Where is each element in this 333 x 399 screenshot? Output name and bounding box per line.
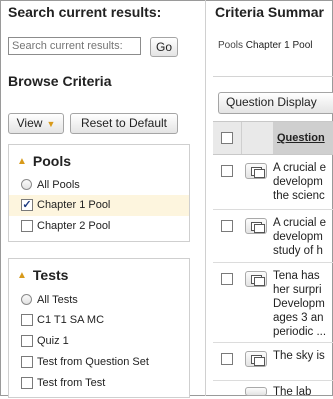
test-option-quiz-1[interactable]: Quiz 1 [9, 331, 189, 352]
question-text: A crucial e developm study of h [273, 217, 327, 257]
pools-summary-value: Chapter 1 Pool [245, 40, 313, 51]
table-row: A crucial e developm the scienc [213, 155, 333, 210]
test-option-c1-t1[interactable]: C1 T1 SA MC [9, 310, 189, 331]
reset-to-default-button[interactable]: Reset to Default [70, 113, 178, 134]
preview-window-icon[interactable] [245, 218, 267, 234]
collapse-chevron-icon: ▲ [17, 270, 27, 281]
go-button[interactable]: Go [150, 37, 178, 57]
row-checkbox[interactable] [221, 273, 233, 285]
pool-option-chapter-1[interactable]: ✓ Chapter 1 Pool [9, 195, 189, 216]
test-option-all[interactable]: All Tests [9, 290, 189, 311]
pool-option-label: Chapter 2 Pool [37, 220, 111, 232]
preview-window-icon[interactable] [245, 351, 267, 367]
view-label: View [16, 116, 43, 130]
row-checkbox[interactable] [221, 220, 233, 232]
select-all-checkbox[interactable] [221, 132, 233, 144]
checkbox[interactable] [21, 220, 33, 232]
checkbox[interactable] [21, 314, 33, 326]
radio-all-tests[interactable] [21, 294, 32, 305]
checkbox-checked[interactable]: ✓ [21, 199, 33, 211]
preview-window-icon[interactable] [245, 163, 267, 179]
search-heading: Search current results: [8, 4, 162, 20]
test-option-label: C1 T1 SA MC [37, 314, 105, 326]
test-option-label: All Tests [37, 294, 78, 306]
question-text: Tena has her surpri Developm ages 3 an perio… [273, 270, 327, 338]
search-input[interactable] [8, 37, 141, 55]
preview-window-icon[interactable] [245, 271, 267, 287]
view-menu-button[interactable]: View ▼ [8, 113, 64, 134]
row-checkbox[interactable] [221, 165, 233, 177]
criteria-summary-heading: Criteria Summar [215, 4, 324, 20]
row-checkbox[interactable] [221, 353, 233, 365]
pool-option-all[interactable]: All Pools [9, 175, 189, 196]
tests-section-title[interactable]: ▲ Tests [17, 267, 68, 283]
checkbox[interactable] [21, 335, 33, 347]
pool-option-label: Chapter 1 Pool [37, 199, 111, 211]
collapse-chevron-icon: ▲ [17, 156, 27, 167]
test-option-label: Quiz 1 [37, 335, 69, 347]
browse-criteria-heading: Browse Criteria [8, 73, 112, 89]
test-option-label: Test from Test [37, 377, 106, 389]
column-separator [241, 122, 242, 154]
pools-title-label: Pools [32, 153, 72, 169]
question-text: A crucial e developm the scienc [273, 162, 327, 202]
pool-option-chapter-2[interactable]: Chapter 2 Pool [9, 216, 189, 237]
pools-summary-label: Pools [218, 40, 244, 51]
checkbox[interactable] [21, 377, 33, 389]
test-option-label: Test from Question Set [37, 356, 149, 368]
summary-separator [213, 76, 333, 77]
tests-title-label: Tests [32, 267, 69, 283]
radio-all-pools[interactable] [21, 179, 32, 190]
tests-filter-box: ▲ Tests All Tests C1 T1 SA MC Quiz 1 Test… [8, 258, 190, 398]
pools-section-title[interactable]: ▲ Pools [17, 153, 71, 169]
table-row: A crucial e developm study of h [213, 210, 333, 263]
pool-option-label: All Pools [37, 179, 80, 191]
preview-window-icon[interactable] [245, 387, 267, 396]
test-option-question-set[interactable]: Test from Question Set [9, 352, 189, 373]
question-column-header[interactable]: Question [273, 122, 333, 154]
question-text: The lab [273, 386, 312, 398]
test-option-from-test[interactable]: Test from Test [9, 373, 189, 394]
question-display-button[interactable]: Question Display [218, 92, 333, 114]
question-text: The sky is [273, 350, 325, 362]
pools-summary-line: Pools Chapter 1 Pool [218, 40, 313, 51]
results-grid-header: Question [213, 121, 333, 155]
table-row: The sky is [213, 343, 333, 381]
table-row: Tena has her surpri Developm ages 3 an perio… [213, 263, 333, 343]
panel-divider[interactable] [205, 0, 206, 396]
double-chevron-down-icon: ▼ [46, 119, 56, 129]
checkbox[interactable] [21, 356, 33, 368]
table-row: The lab [213, 381, 333, 398]
pools-filter-box: ▲ Pools All Pools ✓ Chapter 1 Pool Chapte… [8, 144, 190, 242]
